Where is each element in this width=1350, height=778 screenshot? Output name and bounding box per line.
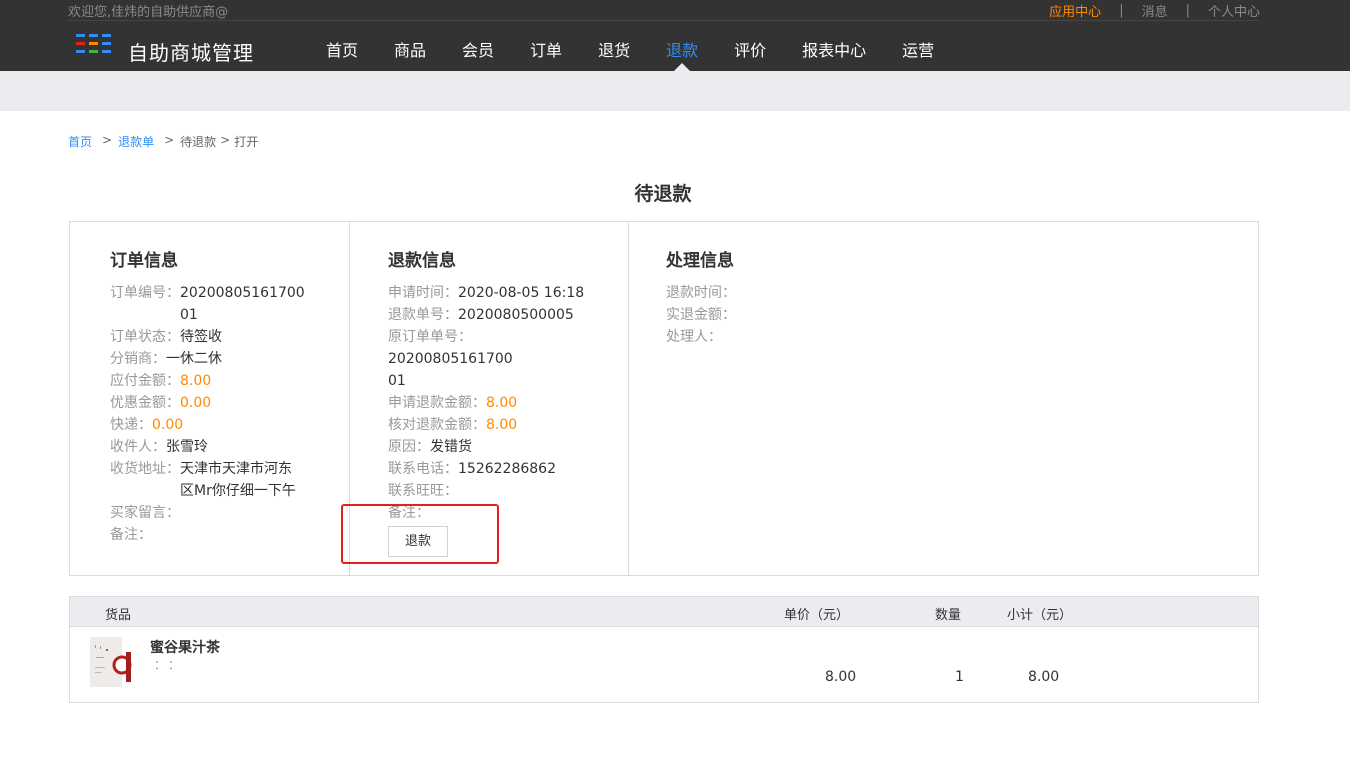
messages-link[interactable]: 消息 <box>1142 1 1168 20</box>
breadcrumb: 首页 > 退款单 > 待退款 > 打开 <box>68 133 258 150</box>
order-remark-label: 备注： <box>110 527 152 543</box>
apply-amount-value: 8.00 <box>486 395 518 411</box>
product-thumbnail[interactable] <box>90 637 140 687</box>
goods-table: 货品 单价（元） 数量 小计（元） 蜜谷果汁茶 ：： 8.00 1 8.00 <box>69 596 1259 703</box>
orig-order-value: 20200805161700 <box>388 351 513 367</box>
discount-label: 优惠金额： <box>110 395 180 411</box>
apply-time-value: 2020-08-05 16:18 <box>458 285 585 301</box>
shipping-label: 快递： <box>110 417 152 433</box>
phone-label: 联系电话： <box>388 461 458 477</box>
distributor-label: 分销商： <box>110 351 166 367</box>
payable-value: 8.00 <box>180 373 212 389</box>
product-name[interactable]: 蜜谷果汁茶 <box>150 637 220 657</box>
actual-amount-label: 实退金额： <box>666 307 736 323</box>
subtotal-value: 8.00 <box>1028 669 1060 685</box>
divider: | <box>1119 3 1124 18</box>
shipping-value: 0.00 <box>152 417 184 433</box>
product-spec: ：： <box>154 658 189 672</box>
brand-title[interactable]: 自助商城管理 <box>128 37 254 66</box>
refund-info-title: 退款信息 <box>388 251 456 271</box>
process-info-section: 处理信息 退款时间： 实退金额： 处理人： <box>629 222 1258 575</box>
breadcrumb-separator: > <box>102 133 113 147</box>
phone-value: 15262286862 <box>458 461 556 477</box>
unit-price-value: 8.00 <box>825 669 857 685</box>
order-status-value: 待签收 <box>180 329 222 345</box>
breadcrumb-separator: > <box>164 133 175 147</box>
nav-orders[interactable]: 订单 <box>512 30 580 71</box>
nav-members[interactable]: 会员 <box>444 30 512 71</box>
apply-time-label: 申请时间： <box>388 285 458 301</box>
discount-value: 0.00 <box>180 395 212 411</box>
nav-operations[interactable]: 运营 <box>884 30 952 71</box>
verify-amount-value: 8.00 <box>486 417 518 433</box>
process-info-title: 处理信息 <box>666 251 734 271</box>
order-info-title: 订单信息 <box>110 251 178 271</box>
nav-reviews[interactable]: 评价 <box>716 30 784 71</box>
buyer-note-label: 买家留言： <box>110 505 180 521</box>
sub-header-strip <box>0 71 1350 111</box>
orig-order-label: 原订单单号： <box>388 329 472 345</box>
highlight-box <box>341 504 499 564</box>
info-panel: 订单信息 订单编号：20200805161700 订单编号：01 订单状态：待签… <box>69 221 1259 576</box>
apply-amount-label: 申请退款金额： <box>388 395 486 411</box>
payable-label: 应付金额： <box>110 373 180 389</box>
receiver-value: 张雪玲 <box>166 439 208 455</box>
nav-home[interactable]: 首页 <box>308 30 376 71</box>
receiver-label: 收件人： <box>110 439 166 455</box>
header-divider <box>68 20 1260 21</box>
welcome-text: 欢迎您,佳炜的自助供应商@ <box>68 5 229 20</box>
nav-products[interactable]: 商品 <box>376 30 444 71</box>
top-links: 应用中心 | 消息 | 个人中心 <box>1049 1 1260 20</box>
app-center-link[interactable]: 应用中心 <box>1049 1 1101 20</box>
main-nav: 首页 商品 会员 订单 退货 退款 评价 报表中心 运营 <box>308 30 952 71</box>
qty-value: 1 <box>955 669 964 685</box>
nav-refunds[interactable]: 退款 <box>648 30 716 71</box>
goods-table-header: 货品 单价（元） 数量 小计（元） <box>70 597 1258 627</box>
divider: | <box>1185 3 1190 18</box>
order-no-value: 20200805161700 <box>180 285 305 301</box>
handler-label: 处理人： <box>666 329 722 345</box>
order-no-value-cont: 01 <box>180 307 198 323</box>
header-subtotal: 小计（元） <box>1007 608 1073 623</box>
order-info-section: 订单信息 订单编号：20200805161700 订单编号：01 订单状态：待签… <box>70 222 350 575</box>
reason-label: 原因： <box>388 439 430 455</box>
breadcrumb-open: 打开 <box>234 135 259 149</box>
wangwang-label: 联系旺旺： <box>388 483 458 499</box>
order-status-label: 订单状态： <box>110 329 180 345</box>
breadcrumb-refund-list[interactable]: 退款单 <box>118 133 154 150</box>
top-header: 欢迎您,佳炜的自助供应商@ 应用中心 | 消息 | 个人中心 自助商城管理 首页… <box>0 0 1350 71</box>
refund-no-label: 退款单号： <box>388 307 458 323</box>
reason-value: 发错货 <box>430 439 472 455</box>
page-title: 待退款 <box>634 183 692 205</box>
address-value-cont: 区Mr你仔细一下午 <box>180 483 296 499</box>
address-value: 天津市天津市河东 <box>180 461 292 477</box>
order-no-label: 订单编号： <box>110 285 180 301</box>
header-goods: 货品 <box>105 608 132 623</box>
breadcrumb-separator: > <box>220 133 231 147</box>
breadcrumb-pending: 待退款 <box>180 135 217 149</box>
distributor-value: 一休二休 <box>166 351 222 367</box>
nav-returns[interactable]: 退货 <box>580 30 648 71</box>
breadcrumb-home[interactable]: 首页 <box>68 133 92 150</box>
refund-time-label: 退款时间： <box>666 285 736 301</box>
address-label: 收货地址： <box>110 461 180 477</box>
personal-center-link[interactable]: 个人中心 <box>1208 1 1260 20</box>
verify-amount-label: 核对退款金额： <box>388 417 486 433</box>
logo-icon[interactable] <box>76 34 114 56</box>
orig-order-value-cont: 01 <box>388 373 406 389</box>
header-qty: 数量 <box>935 608 962 623</box>
refund-no-value: 2020080500005 <box>458 307 574 323</box>
nav-reports[interactable]: 报表中心 <box>784 30 884 71</box>
header-unit-price: 单价（元） <box>784 608 850 623</box>
